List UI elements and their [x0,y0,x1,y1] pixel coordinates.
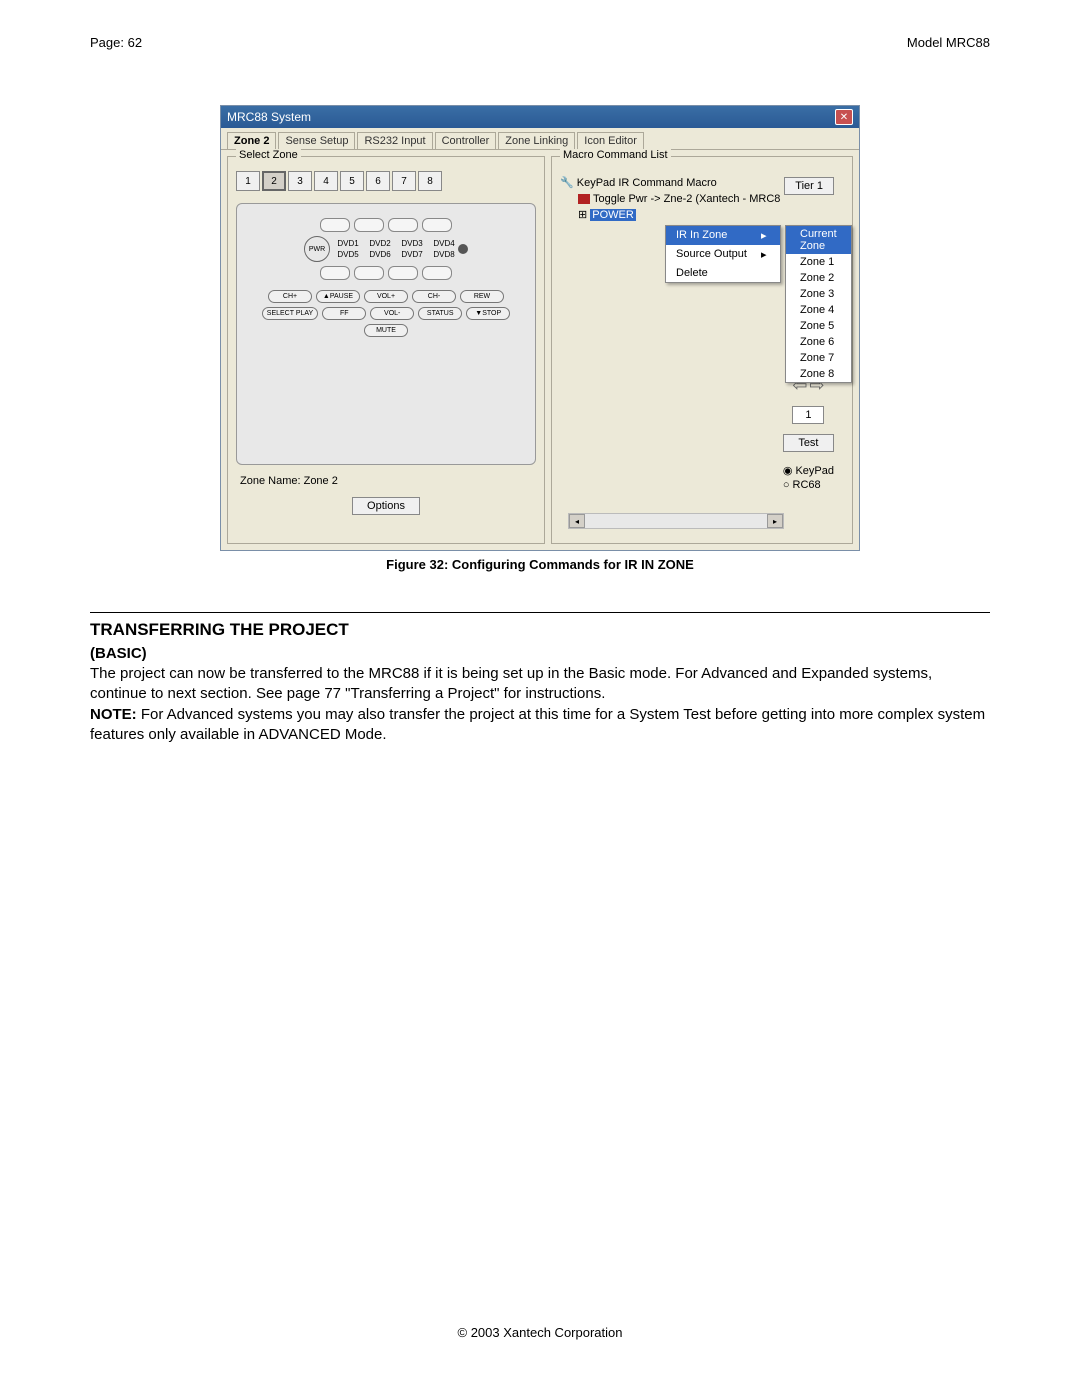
paragraph-2: NOTE: For Advanced systems you may also … [90,705,990,746]
ir-receiver-icon [458,244,468,254]
tree-toggle: Toggle Pwr -> Zne-2 (Xantech - MRC8 [593,193,780,205]
select-zone-group: Select Zone 1 2 3 4 5 6 7 8 PWR [227,156,545,544]
dvd3[interactable]: DVD3 [398,239,426,248]
zone-btn-7[interactable]: 7 [392,171,416,191]
scroll-right-icon[interactable]: ▸ [767,514,783,528]
tab-sense-setup[interactable]: Sense Setup [278,132,355,149]
dvd4[interactable]: DVD4 [430,239,458,248]
horizontal-scrollbar[interactable]: ◂ ▸ [568,513,784,529]
radio-keypad[interactable]: ◉ KeyPad [783,464,834,477]
vol-up[interactable]: VOL+ [364,290,408,303]
tree-power[interactable]: POWER [590,209,636,221]
tab-controller[interactable]: Controller [435,132,497,149]
tab-zone2[interactable]: Zone 2 [227,132,276,149]
rew[interactable]: REW [460,290,504,303]
submenu-zone-1[interactable]: Zone 1 [786,254,851,270]
close-icon[interactable]: ✕ [835,109,853,125]
app-window: MRC88 System ✕ Zone 2 Sense Setup RS232 … [220,105,860,551]
submenu-zone-4[interactable]: Zone 4 [786,302,851,318]
dvd7[interactable]: DVD7 [398,250,426,259]
submenu-zone-7[interactable]: Zone 7 [786,350,851,366]
submenu-arrow-icon: ▸ [761,229,767,242]
pause[interactable]: ▲PAUSE [316,290,360,303]
ff[interactable]: FF [322,307,366,320]
radio-group: ◉ KeyPad ○ RC68 [783,462,834,493]
submenu-zone-6[interactable]: Zone 6 [786,334,851,350]
note-label: NOTE: [90,706,137,723]
status[interactable]: STATUS [418,307,462,320]
menu-delete[interactable]: Delete [666,264,780,282]
submenu-arrow-icon: ▸ [761,248,767,261]
zone-btn-6[interactable]: 6 [366,171,390,191]
select-zone-title: Select Zone [236,149,301,161]
ch-down[interactable]: CH- [412,290,456,303]
window-title: MRC88 System [227,110,311,124]
tab-zone-linking[interactable]: Zone Linking [498,132,575,149]
options-button[interactable]: Options [352,497,420,515]
submenu-zone-3[interactable]: Zone 3 [786,286,851,302]
submenu-zone-2[interactable]: Zone 2 [786,270,851,286]
zone-btn-5[interactable]: 5 [340,171,364,191]
zone-name-value: Zone 2 [304,475,338,487]
footer-copyright: © 2003 Xantech Corporation [0,1325,1080,1340]
macro-title: Macro Command List [560,149,671,161]
tier-button[interactable]: Tier 1 [784,177,834,195]
scroll-left-icon[interactable]: ◂ [569,514,585,528]
figure-caption: Figure 32: Configuring Commands for IR I… [220,557,860,572]
zone-submenu[interactable]: Current Zone Zone 1 Zone 2 Zone 3 Zone 4… [785,225,852,383]
zone-btn-8[interactable]: 8 [418,171,442,191]
zone-btn-4[interactable]: 4 [314,171,338,191]
stop[interactable]: ▼STOP [466,307,510,320]
titlebar: MRC88 System ✕ [221,106,859,128]
index-box: 1 [792,406,824,424]
model-label: Model MRC88 [907,35,990,50]
submenu-zone-5[interactable]: Zone 5 [786,318,851,334]
paragraph-1: The project can now be transferred to th… [90,664,990,705]
dvd8[interactable]: DVD8 [430,250,458,259]
menu-source-output[interactable]: Source Output▸ [666,245,780,264]
tab-strip: Zone 2 Sense Setup RS232 Input Controlle… [221,128,859,150]
tab-icon-editor[interactable]: Icon Editor [577,132,644,149]
dvd5[interactable]: DVD5 [334,250,362,259]
zone-btn-1[interactable]: 1 [236,171,260,191]
dvd6[interactable]: DVD6 [366,250,394,259]
tree-root: KeyPad IR Command Macro [577,177,717,189]
zone-btn-2[interactable]: 2 [262,171,286,191]
keypad-graphic: PWR DVD1 DVD2 DVD3 DVD4 DVD5 DVD6 [236,203,536,465]
vol-down[interactable]: VOL- [370,307,414,320]
dvd2[interactable]: DVD2 [366,239,394,248]
submenu-current-zone[interactable]: Current Zone [786,226,851,254]
menu-ir-in-zone[interactable]: IR In Zone▸ [666,226,780,245]
page-number: Page: 62 [90,35,142,50]
pwr-button[interactable]: PWR [304,236,330,262]
macro-command-group: Macro Command List Tier 1 🔧 KeyPad IR Co… [551,156,853,544]
zone-name-row: Zone Name: Zone 2 [240,475,532,487]
zone-name-label: Zone Name: [240,475,301,487]
section-subtitle: (BASIC) [90,644,990,664]
context-menu[interactable]: IR In Zone▸ Source Output▸ Delete [665,225,781,283]
section-title: TRANSFERRING THE PROJECT [90,619,990,642]
tab-rs232[interactable]: RS232 Input [357,132,432,149]
select-play[interactable]: SELECT PLAY [262,307,318,320]
test-button[interactable]: Test [783,434,833,452]
screenshot-figure: MRC88 System ✕ Zone 2 Sense Setup RS232 … [220,105,860,572]
dvd1[interactable]: DVD1 [334,239,362,248]
radio-rc68[interactable]: ○ RC68 [783,479,834,491]
submenu-zone-8[interactable]: Zone 8 [786,366,851,382]
ch-up[interactable]: CH+ [268,290,312,303]
body-text: TRANSFERRING THE PROJECT (BASIC) The pro… [0,613,1080,745]
zone-btn-3[interactable]: 3 [288,171,312,191]
mute[interactable]: MUTE [364,324,408,337]
